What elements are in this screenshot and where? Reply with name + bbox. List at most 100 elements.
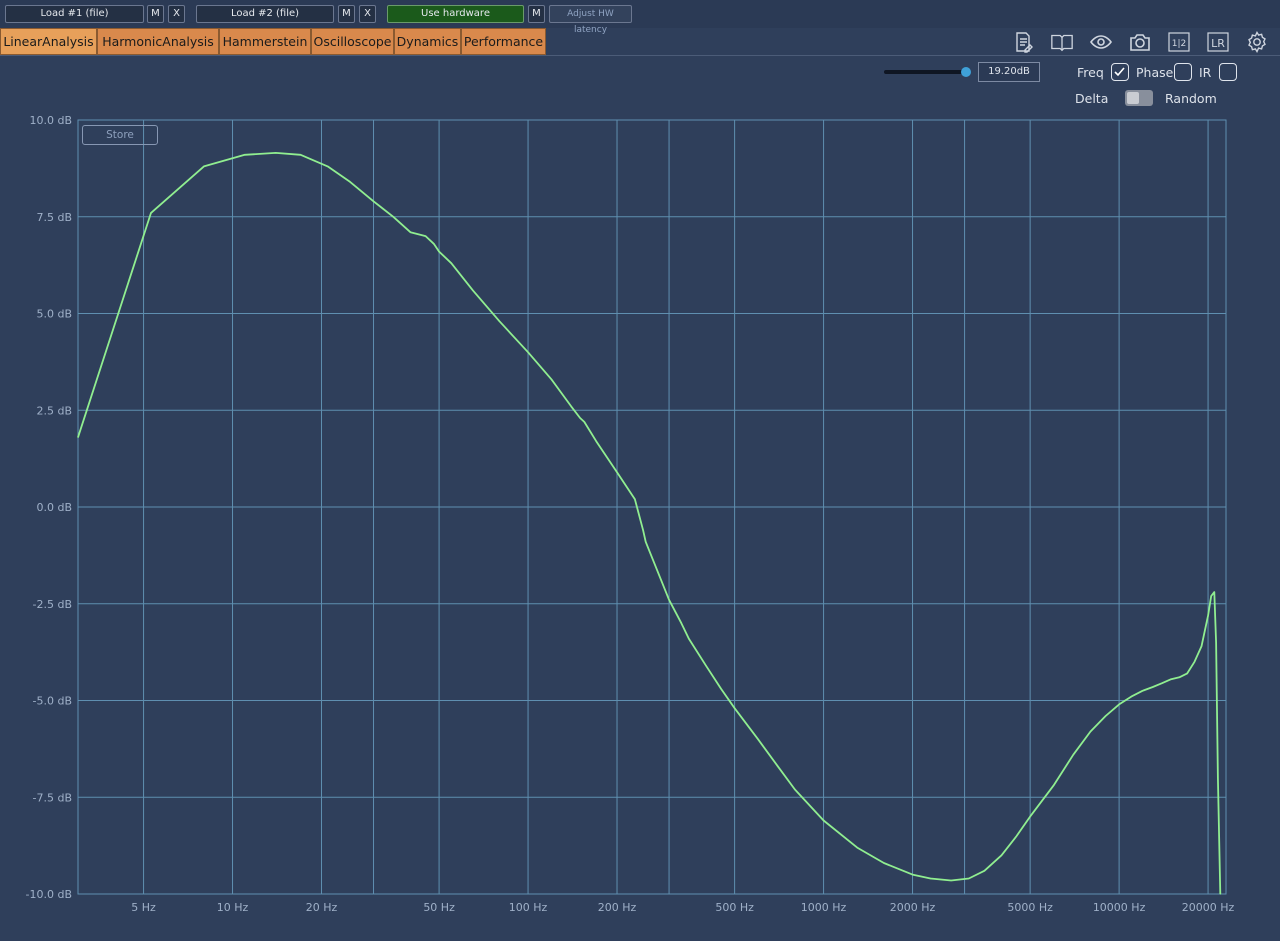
data-point — [1000, 854, 1003, 856]
data-point — [550, 378, 553, 380]
data-point — [438, 250, 440, 253]
load-2-mute-button[interactable]: M — [338, 5, 355, 23]
lr-icon[interactable]: LR — [1206, 30, 1230, 54]
data-point — [150, 212, 152, 214]
gear-icon[interactable] — [1245, 30, 1269, 54]
eye-icon[interactable] — [1089, 30, 1113, 54]
data-point — [822, 819, 825, 822]
split-icon-text: 1|2 — [1172, 39, 1186, 49]
data-point — [1200, 645, 1203, 647]
data-point — [680, 622, 682, 624]
data-point — [472, 289, 474, 291]
x-tick-label: 2000 Hz — [890, 901, 936, 914]
data-point — [275, 152, 277, 154]
tab-dynamics[interactable]: Dynamics — [394, 28, 461, 55]
x-tick-label: 20 Hz — [306, 901, 338, 914]
tab-performance[interactable]: Performance — [461, 28, 546, 55]
toolbar — [0, 0, 1280, 28]
split-1-2-icon[interactable]: 1|2 — [1167, 30, 1191, 54]
data-point — [424, 235, 427, 237]
data-point — [498, 320, 501, 322]
data-point — [1089, 730, 1092, 733]
data-point — [579, 417, 581, 419]
data-point — [883, 862, 885, 864]
grid — [77, 119, 1227, 895]
data-point — [570, 405, 572, 407]
x-tick-label: 5000 Hz — [1007, 901, 1053, 914]
data-point — [634, 498, 636, 500]
axis-ticks: 10.0 dB 7.5 dB 5.0 dB 2.5 dB 0.0 dB -2.5 dB -5… — [26, 114, 1235, 914]
data-point — [1118, 703, 1120, 705]
data-point — [688, 637, 690, 640]
data-point — [595, 440, 597, 442]
camera-icon[interactable] — [1128, 30, 1152, 54]
x-tick-label: 5 Hz — [131, 901, 156, 914]
data-point — [1141, 690, 1144, 692]
load-1-close-button[interactable]: X — [168, 5, 185, 23]
x-tick-label: 20000 Hz — [1182, 901, 1235, 914]
hardware-mute-button[interactable]: M — [528, 5, 545, 23]
adjust-hw-latency-button[interactable]: Adjust HW latency — [549, 5, 632, 35]
data-point — [1161, 682, 1163, 684]
data-point — [794, 788, 796, 791]
tab-hammerstein[interactable]: Hammerstein — [219, 28, 311, 55]
x-tick-label: 200 Hz — [598, 901, 637, 914]
x-tick-label: 10 Hz — [217, 901, 249, 914]
data-point — [1210, 595, 1212, 597]
y-tick-label: 2.5 dB — [36, 404, 72, 417]
data-point — [1213, 591, 1215, 593]
store-button[interactable]: Store — [82, 125, 158, 145]
data-point — [668, 599, 670, 601]
y-tick-label: 10.0 dB — [29, 114, 72, 127]
data-point — [244, 154, 246, 156]
data-point — [527, 351, 529, 353]
y-tick-label: -10.0 dB — [26, 888, 73, 901]
book-icon[interactable] — [1050, 30, 1076, 54]
y-tick-label: 0.0 dB — [36, 501, 72, 514]
use-hardware-button[interactable]: Use hardware — [387, 5, 524, 23]
data-point — [705, 665, 707, 667]
y-tick-label: 5.0 dB — [36, 308, 72, 321]
x-tick-label: 100 Hz — [509, 901, 548, 914]
tab-harmonic-analysis[interactable]: HarmonicAnalysis — [97, 28, 219, 55]
data-point — [1207, 614, 1209, 616]
data-point — [1219, 893, 1221, 895]
x-tick-label: 1000 Hz — [801, 901, 847, 914]
data-point — [856, 846, 858, 849]
data-point — [1029, 816, 1031, 818]
load-1-button[interactable]: Load #1 (file) — [5, 5, 144, 23]
data-point — [1217, 777, 1219, 779]
data-point — [349, 181, 351, 183]
data-point — [433, 243, 435, 245]
data-point — [1215, 641, 1217, 644]
x-tick-label: 50 Hz — [423, 901, 455, 914]
data-point — [450, 262, 452, 264]
data-point — [583, 421, 585, 423]
data-point — [300, 154, 302, 156]
data-point — [1186, 672, 1188, 675]
data-point — [1052, 785, 1055, 787]
tab-linear-analysis[interactable]: LinearAnalysis — [0, 28, 97, 55]
data-point — [642, 529, 644, 531]
data-point — [1104, 715, 1107, 717]
notes-icon[interactable] — [1011, 30, 1035, 54]
data-point — [1178, 676, 1181, 678]
data-point — [616, 471, 618, 473]
frequency-response-chart: 10.0 dB 7.5 dB 5.0 dB 2.5 dB 0.0 dB -2.5 dB -5… — [26, 114, 1235, 914]
data-point — [968, 877, 970, 880]
tab-oscilloscope[interactable]: Oscilloscope — [311, 28, 394, 55]
load-2-button[interactable]: Load #2 (file) — [196, 5, 334, 23]
load-2-close-button[interactable]: X — [359, 5, 376, 23]
data-point — [1152, 686, 1154, 688]
data-point — [777, 765, 779, 767]
x-tick-label: 10000 Hz — [1093, 901, 1146, 914]
load-1-mute-button[interactable]: M — [147, 5, 164, 23]
data-point — [720, 688, 722, 690]
y-tick-label: -5.0 dB — [33, 695, 73, 708]
data-point — [983, 870, 985, 872]
data-point — [1193, 661, 1196, 663]
y-tick-label: 7.5 dB — [36, 211, 72, 224]
data-point — [1072, 754, 1074, 756]
response-curve-0 — [77, 152, 1222, 895]
data-point — [911, 874, 914, 876]
